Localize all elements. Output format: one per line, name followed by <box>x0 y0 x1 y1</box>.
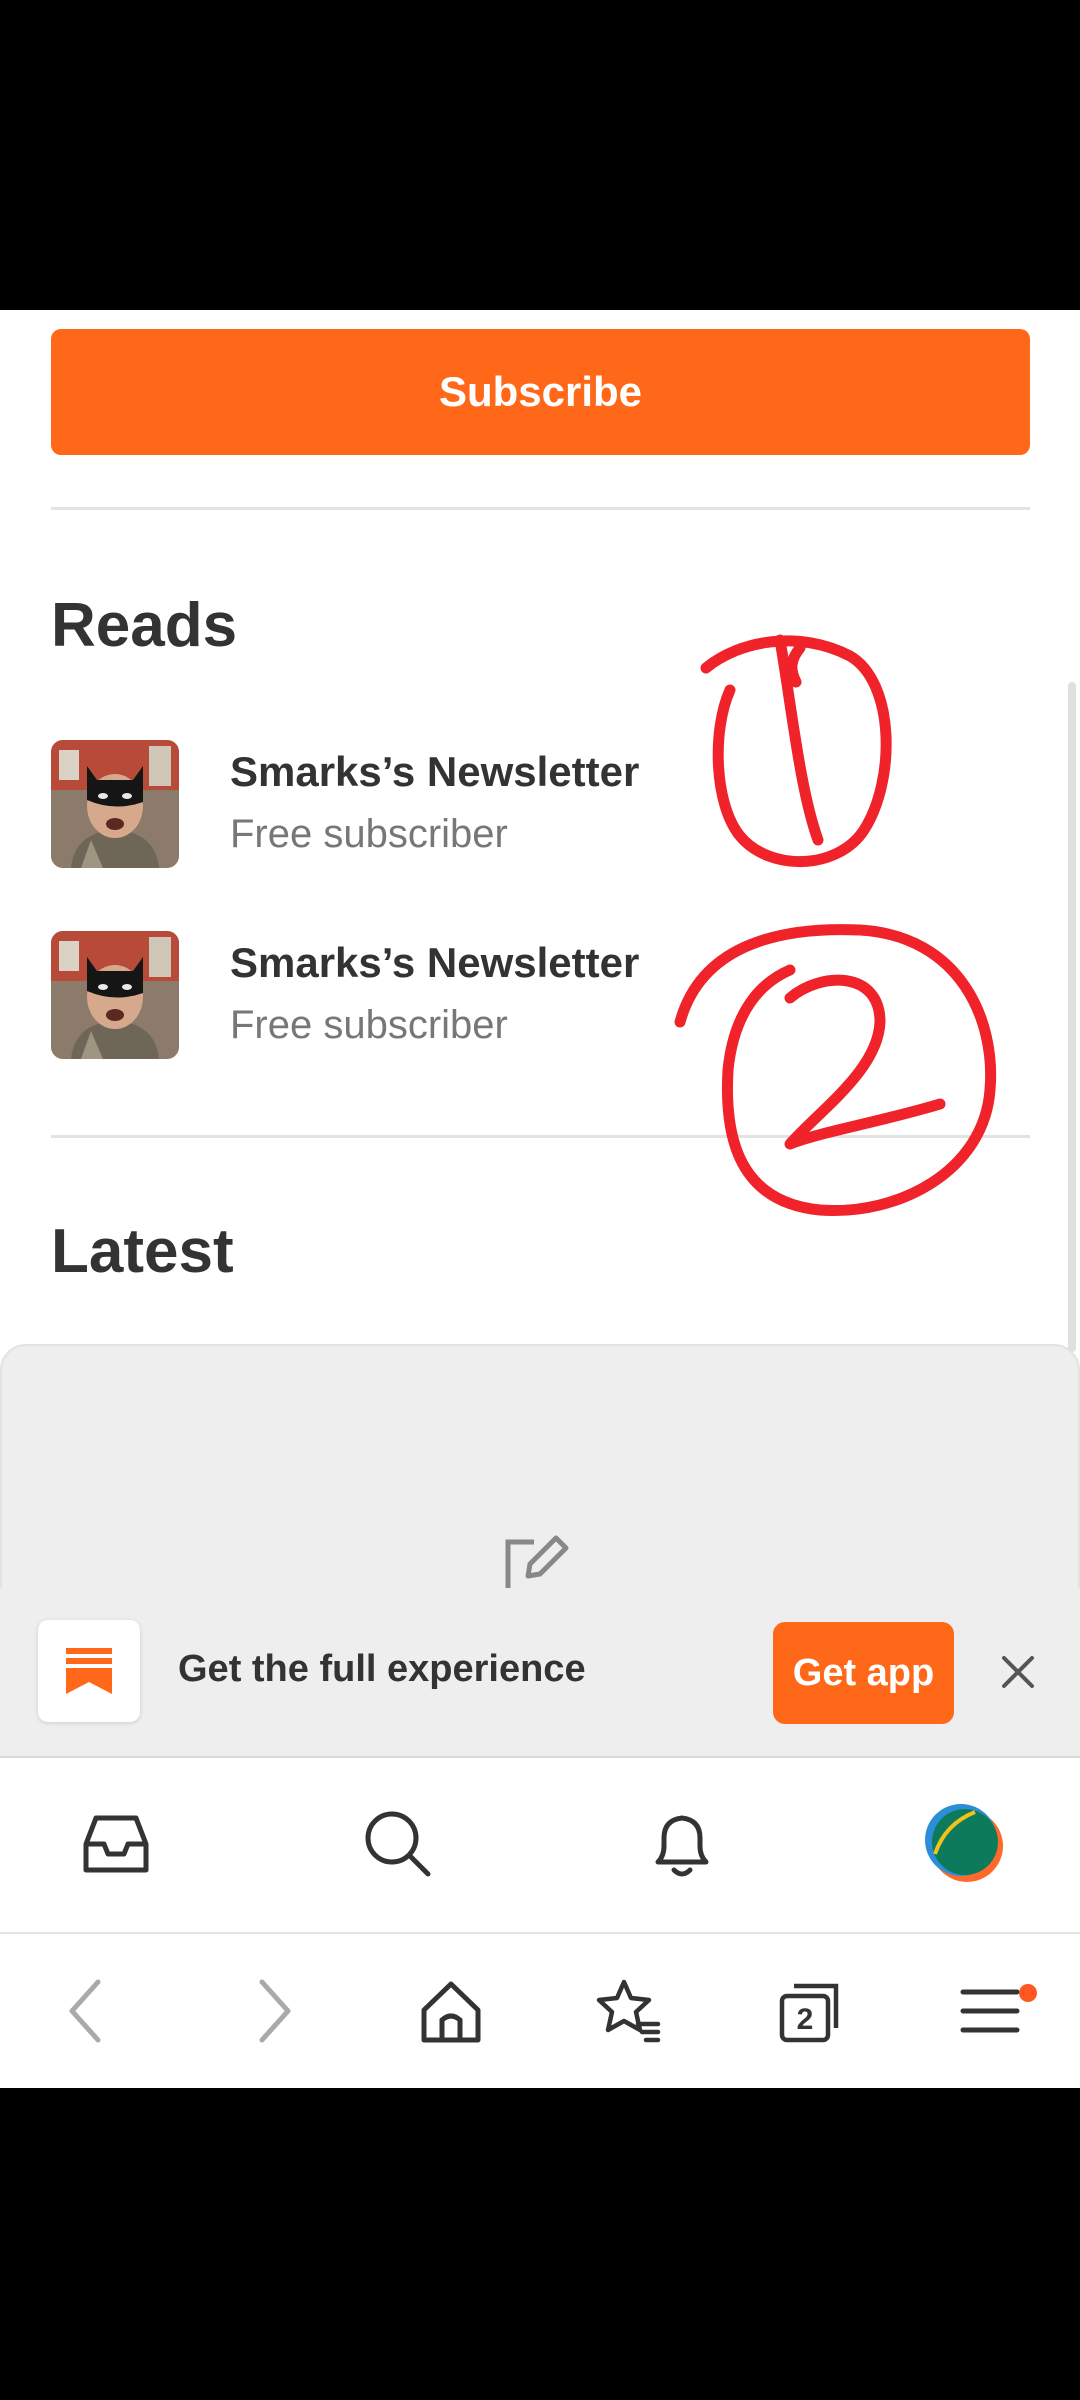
compose-icon <box>505 1535 569 1592</box>
bookmark-star-icon[interactable] <box>594 1976 664 2046</box>
notification-dot <box>1019 1984 1037 2002</box>
forward-icon[interactable] <box>238 1976 308 2046</box>
search-icon[interactable] <box>358 1804 438 1884</box>
home-icon[interactable] <box>416 1976 486 2046</box>
subscription-status: Free subscriber <box>230 812 508 856</box>
inbox-icon[interactable] <box>76 1804 156 1884</box>
substack-logo-icon <box>38 1620 140 1722</box>
close-icon[interactable] <box>996 1650 1040 1694</box>
divider <box>51 507 1030 510</box>
reads-heading: Reads <box>51 591 238 660</box>
newsletter-name: Smarks’s Newsletter <box>230 748 640 795</box>
subscription-status: Free subscriber <box>230 1003 508 1047</box>
subscribe-button[interactable]: Subscribe <box>51 329 1030 455</box>
latest-heading: Latest <box>51 1217 234 1286</box>
read-item[interactable]: Smarks’s Newsletter Free subscriber <box>51 740 751 868</box>
get-app-button[interactable]: Get app <box>773 1622 954 1724</box>
app-promo-banner: Get the full experience Get app <box>0 1588 1080 1758</box>
tabs-icon[interactable]: 2 <box>774 1976 844 2046</box>
profile-avatar[interactable] <box>925 1804 1005 1884</box>
divider <box>51 1135 1030 1138</box>
scrollbar[interactable] <box>1068 682 1076 1352</box>
annotation-number-1 <box>774 634 824 846</box>
newsletter-name: Smarks’s Newsletter <box>230 939 640 986</box>
newsletter-avatar <box>51 740 179 868</box>
bell-icon[interactable] <box>642 1804 722 1884</box>
banner-message: Get the full experience <box>178 1648 586 1690</box>
read-item[interactable]: Smarks’s Newsletter Free subscriber <box>51 931 751 1059</box>
annotation-number-2 <box>784 974 946 1150</box>
menu-icon[interactable] <box>955 1976 1025 2046</box>
browser-toolbar: 2 <box>0 1934 1080 2088</box>
newsletter-avatar <box>51 931 179 1059</box>
back-icon[interactable] <box>52 1976 122 2046</box>
tab-count: 2 <box>797 2003 814 2036</box>
bottom-navigation <box>0 1758 1080 1934</box>
screen: Subscribe Reads Smarks’s Newsletter Free… <box>0 310 1080 2088</box>
